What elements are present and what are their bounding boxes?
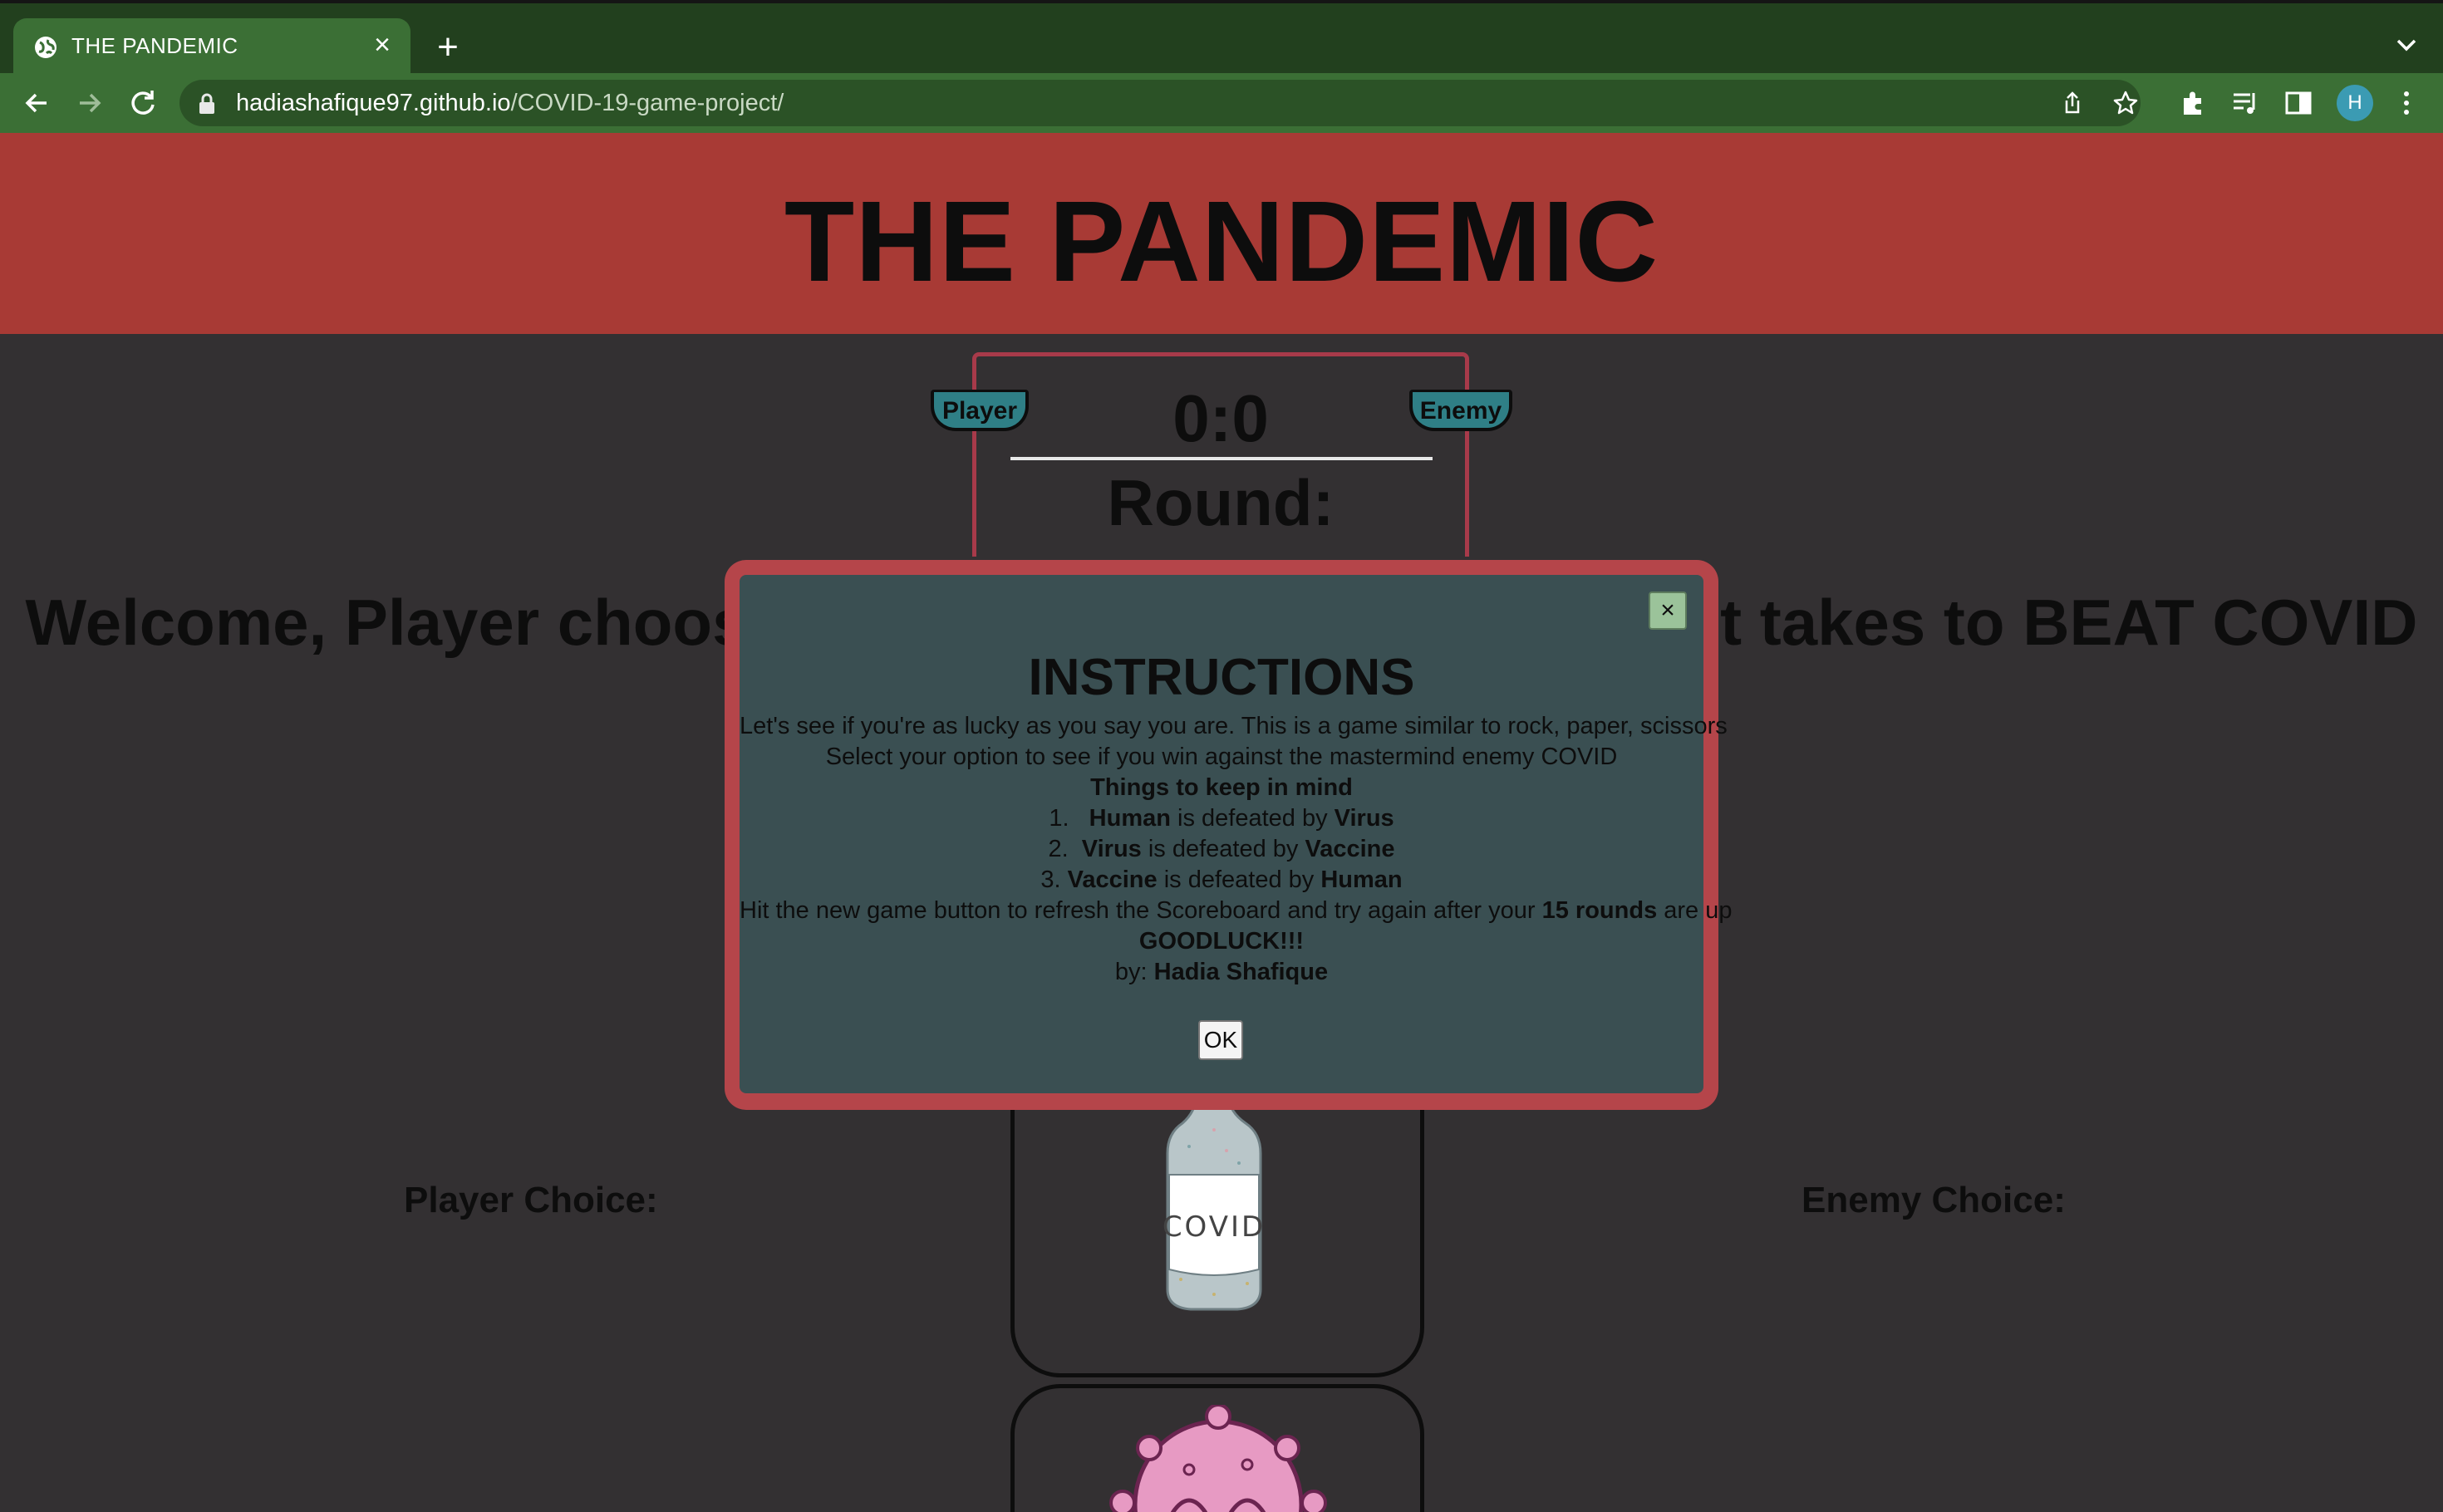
- things-heading: Things to keep in mind: [1090, 774, 1353, 801]
- instructions-line: Select your option to see if you win aga…: [825, 744, 1618, 770]
- score-divider: [1010, 457, 1433, 460]
- virus-choice-card[interactable]: [1010, 1384, 1424, 1512]
- new-game-instruction: Hit the new game button to refresh the S…: [740, 897, 1733, 924]
- virus-icon: [1109, 1405, 1327, 1512]
- rule-item: 2. Virus is defeated by Vaccine: [1048, 836, 1395, 862]
- welcome-end: it takes to BEAT COVID: [1702, 586, 2418, 659]
- player-choice-label: Player Choice:: [404, 1180, 658, 1220]
- rule-item: 1. Human is defeated by Virus: [1049, 805, 1394, 832]
- rule-item: 3. Vaccine is defeated by Human: [1040, 866, 1403, 893]
- profile-avatar[interactable]: H: [2337, 85, 2373, 121]
- browser-tab[interactable]: THE PANDEMIC ×: [13, 18, 410, 76]
- tab-search-chevron-icon[interactable]: [2390, 28, 2423, 61]
- author-line: by: Hadia Shafique: [1114, 959, 1329, 985]
- side-panel-icon[interactable]: [2283, 88, 2313, 118]
- round-label: Round:: [1107, 466, 1335, 539]
- vaccine-label-text: COVID: [1163, 1210, 1266, 1244]
- globe-icon: [35, 37, 57, 58]
- enemy-choice-label: Enemy Choice:: [1802, 1180, 2066, 1220]
- instructions-line: Let's see if you're as lucky as you say …: [740, 713, 1728, 739]
- extensions-puzzle-icon[interactable]: [2179, 88, 2209, 118]
- address-bar[interactable]: hadiashafique97.github.io/COVID-19-game-…: [179, 80, 2141, 126]
- url-text[interactable]: hadiashafique97.github.io/COVID-19-game-…: [236, 90, 784, 117]
- ok-button[interactable]: OK: [1198, 1020, 1243, 1060]
- media-queue-icon[interactable]: [2230, 88, 2260, 118]
- welcome-start: Welcome, Player choos: [25, 586, 749, 659]
- browser-toolbar: hadiashafique97.github.io/COVID-19-game-…: [0, 73, 2443, 133]
- score-display: 0:0: [1172, 381, 1269, 455]
- page-title: THE PANDEMIC: [784, 178, 1659, 306]
- share-icon[interactable]: [2059, 90, 2086, 116]
- lock-icon[interactable]: [198, 93, 216, 115]
- tab-strip: THE PANDEMIC × +: [0, 0, 2443, 76]
- kebab-menu-icon[interactable]: [2391, 88, 2421, 118]
- back-arrow-icon[interactable]: [18, 85, 55, 121]
- modal-close-button[interactable]: ×: [1649, 592, 1687, 630]
- tab-title: THE PANDEMIC: [71, 33, 238, 58]
- new-tab-button[interactable]: +: [427, 27, 469, 68]
- instructions-modal: × INSTRUCTIONS Let's see if you're as lu…: [740, 575, 1733, 1093]
- forward-arrow-icon[interactable]: [71, 85, 108, 121]
- reload-icon[interactable]: [125, 85, 161, 121]
- tab-close-icon[interactable]: ×: [366, 28, 399, 61]
- header-banner: THE PANDEMIC: [0, 133, 2443, 334]
- modal-title: INSTRUCTIONS: [1028, 649, 1415, 706]
- goodluck-text: GOODLUCK!!!: [1138, 928, 1305, 955]
- instructions-text: Let's see if you're as lucky as you say …: [740, 711, 1733, 988]
- bookmark-star-icon[interactable]: [2112, 90, 2139, 116]
- vaccine-choice-card[interactable]: COVID: [1010, 1072, 1424, 1377]
